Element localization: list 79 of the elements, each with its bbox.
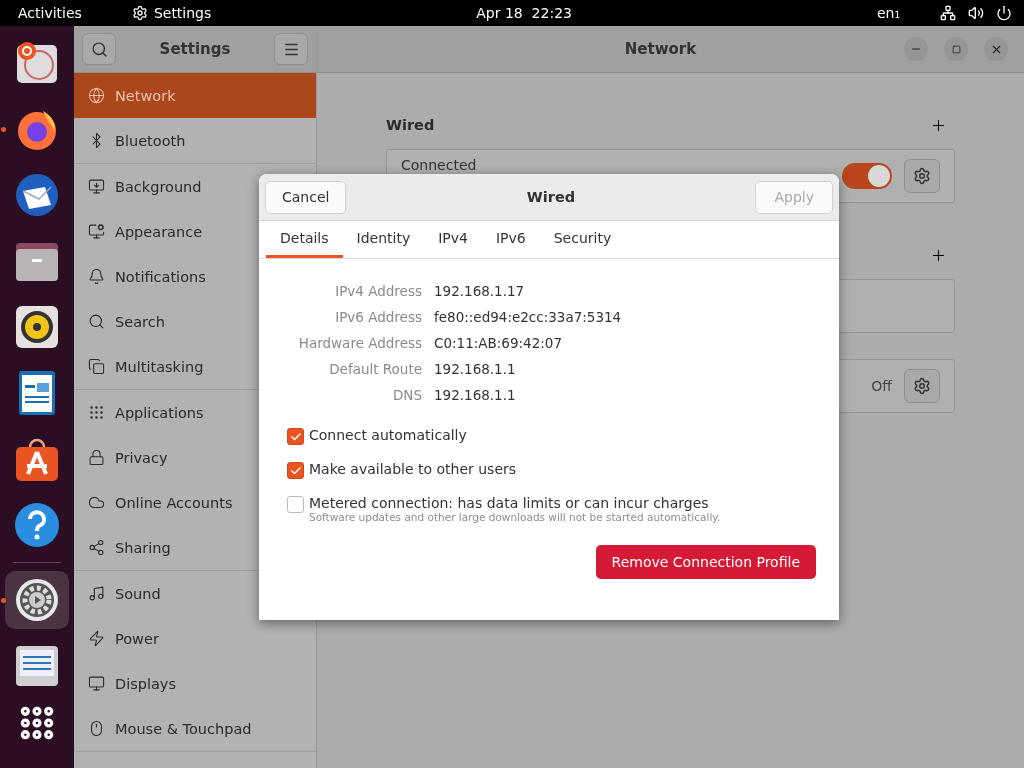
globe-icon xyxy=(88,87,105,104)
cloud-icon xyxy=(88,494,105,511)
sidebar-item[interactable]: Bluetooth xyxy=(74,118,316,163)
sidebar-title: Settings xyxy=(158,40,232,58)
detail-label: DNS xyxy=(391,387,422,403)
connection-status: Connected xyxy=(401,157,478,173)
clock[interactable]: Apr 18 22:23 xyxy=(476,5,572,21)
tab[interactable]: Security xyxy=(539,221,626,258)
grid-icon xyxy=(88,404,105,421)
checkbox-label: Metered connection: has data limits or can incur charges xyxy=(309,495,710,511)
check-icon xyxy=(289,430,302,443)
sidebar-item[interactable]: Mouse & Touchpad xyxy=(74,706,316,751)
checkbox[interactable] xyxy=(287,496,304,513)
tab[interactable]: IPv6 xyxy=(481,221,540,258)
lightning-icon xyxy=(88,630,105,647)
settings-icon[interactable] xyxy=(13,576,61,624)
bell-icon xyxy=(88,268,105,285)
network-icon[interactable] xyxy=(940,5,956,21)
sidebar-item[interactable]: Network xyxy=(74,73,316,118)
close-button[interactable] xyxy=(984,37,1008,61)
detail-value: 192.168.1.1 xyxy=(434,361,517,377)
search-button[interactable] xyxy=(82,33,116,65)
menu-button[interactable] xyxy=(274,33,308,65)
tab[interactable]: Identity xyxy=(342,221,425,258)
settings-icon xyxy=(131,5,148,21)
window-title: Network xyxy=(623,40,698,58)
minimize-button[interactable] xyxy=(904,37,928,61)
volume-icon[interactable] xyxy=(968,5,984,21)
toggle-switch[interactable] xyxy=(842,163,892,189)
running-dot xyxy=(1,598,6,603)
search-icon xyxy=(90,40,108,58)
sidebar-item[interactable]: Power xyxy=(74,616,316,661)
hint-text: Software updates and other large downloads will not be started automatically. xyxy=(309,511,721,523)
remove-button[interactable]: Remove Connection Profile xyxy=(595,545,816,579)
gear-icon xyxy=(913,377,931,395)
detail-label: Hardware Address xyxy=(297,335,422,351)
detail-value: fe80::ed94:e2cc:33a7:5314 xyxy=(434,309,623,325)
help-icon[interactable] xyxy=(13,501,61,549)
proxy-status: Off xyxy=(871,378,892,394)
activities-button[interactable]: Activities xyxy=(18,5,82,21)
running-dot xyxy=(1,127,6,132)
detail-label: IPv4 Address xyxy=(334,283,422,299)
detail-value: C0:11:AB:69:42:07 xyxy=(434,335,563,351)
settings-button[interactable] xyxy=(904,159,940,193)
detail-value: 192.168.1.17 xyxy=(434,283,526,299)
mouse-icon xyxy=(88,720,105,737)
sidebar-item[interactable]: Sound xyxy=(74,571,316,616)
checkbox-label: Make available to other users xyxy=(309,461,517,477)
maximize-icon xyxy=(951,44,961,54)
checkbox[interactable] xyxy=(287,462,304,479)
checkbox-label: Connect automatically xyxy=(309,427,467,443)
detail-label: Default Route xyxy=(328,361,422,377)
music-icon xyxy=(88,585,105,602)
section-title: Wired xyxy=(386,117,435,133)
search-icon xyxy=(88,313,105,330)
power-icon[interactable] xyxy=(996,5,1012,21)
tab[interactable]: IPv4 xyxy=(424,221,482,258)
sidebar-item[interactable]: Displays xyxy=(74,661,316,706)
lock-icon xyxy=(88,449,105,466)
check-icon xyxy=(289,464,302,477)
settings-button[interactable] xyxy=(904,369,940,403)
maximize-button[interactable] xyxy=(944,37,968,61)
monitor-icon xyxy=(88,675,105,692)
detail-label: IPv6 Address xyxy=(334,309,422,325)
speaker-icon[interactable] xyxy=(13,303,61,351)
monitor-icon xyxy=(88,223,105,240)
cancel-button[interactable]: Cancel xyxy=(265,180,347,214)
dialog-title: Wired xyxy=(525,189,577,205)
mail-icon[interactable] xyxy=(13,171,61,219)
sidebar-item[interactable]: Sharing xyxy=(74,525,316,570)
share-icon xyxy=(88,539,105,556)
monitor-icon xyxy=(88,178,105,195)
detail-value: 192.168.1.1 xyxy=(434,387,517,403)
gear-icon xyxy=(913,167,931,185)
input-source[interactable]: en₁ xyxy=(876,5,900,21)
windows-icon xyxy=(88,358,105,375)
tab[interactable]: Details xyxy=(266,221,343,258)
checkbox[interactable] xyxy=(287,428,304,445)
app-menu[interactable]: Settings xyxy=(153,5,212,21)
